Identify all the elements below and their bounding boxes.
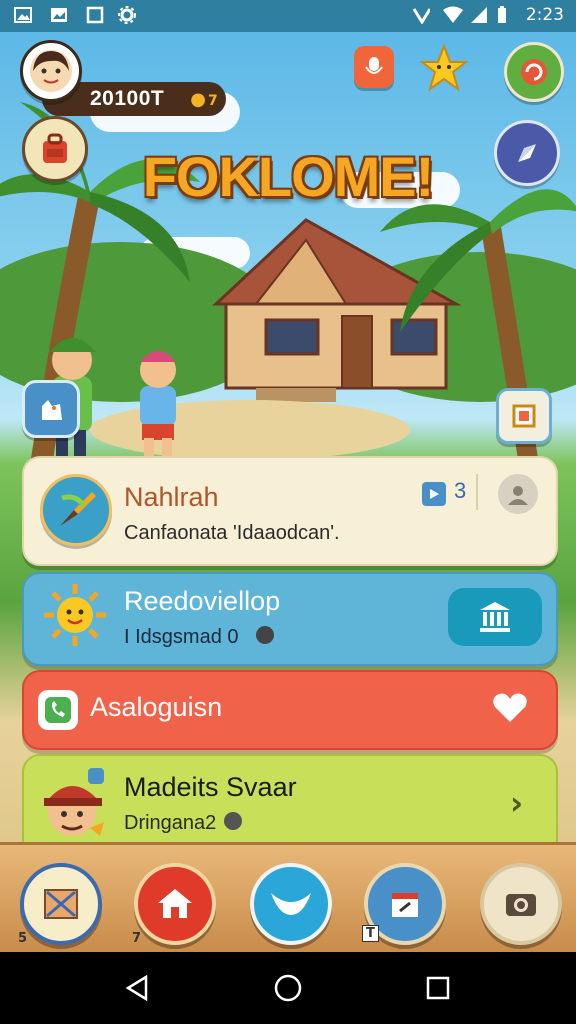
pirate-character-icon <box>38 766 108 846</box>
microphone-icon <box>365 57 383 74</box>
photo-icon <box>512 404 536 428</box>
quest-card-1[interactable]: Nahlrah Canfaonata 'Idaaodcan'. 3 <box>22 456 558 566</box>
signal-icon <box>470 6 488 24</box>
dog-icon <box>42 400 62 420</box>
recents-icon[interactable] <box>426 976 450 1004</box>
nav-tag-1: 5 <box>18 931 28 946</box>
home-icon <box>158 889 192 918</box>
photo-frame-button[interactable] <box>496 388 552 444</box>
home-circle-icon[interactable] <box>274 974 302 1006</box>
player-avatar[interactable] <box>20 40 82 102</box>
quest-card-3[interactable]: Asaloguisn <box>22 670 558 750</box>
game-scene: 20100T ● 7 FOKLOME! Nahlrah Canfaonata 'I… <box>0 32 576 952</box>
museum-icon <box>480 602 510 632</box>
quest-card-4-subtitle: Dringana2 <box>124 812 217 834</box>
quest-card-2-title: Reedoviellop <box>124 586 281 616</box>
info-icon <box>224 812 242 830</box>
refresh-button[interactable] <box>504 42 564 102</box>
paintbrush-icon <box>40 474 112 546</box>
quest-card-4-title: Madeits Svaar <box>124 772 297 802</box>
quest-card-1-title: Nahlrah <box>124 482 219 512</box>
star-button[interactable] <box>419 43 469 92</box>
system-nav-bar <box>0 952 576 1024</box>
phone-icon <box>38 690 78 730</box>
info-icon <box>256 626 274 644</box>
heart-icon[interactable] <box>490 688 530 728</box>
map-icon <box>44 889 78 919</box>
quest-card-1-count: 3 <box>454 478 467 503</box>
nav-tag-2: 7 <box>132 931 142 946</box>
divider <box>476 474 478 510</box>
microphone-button[interactable] <box>354 46 394 88</box>
battery-icon <box>496 6 508 24</box>
status-bar: 2:23 <box>0 0 576 32</box>
game-title: FOKLOME! <box>142 145 435 208</box>
picture-icon <box>50 6 68 24</box>
quest-card-2-subtitle: I Idsgsmad 0 <box>124 626 239 648</box>
play-video-icon[interactable] <box>422 482 446 506</box>
quest-card-2[interactable]: Reedoviellop I Idsgsmad 0 <box>22 572 558 666</box>
vpn-key-icon <box>412 6 430 24</box>
image-icon <box>14 6 32 24</box>
nav-home-button[interactable] <box>134 863 216 945</box>
nav-center-button[interactable] <box>250 863 332 945</box>
boy-character-blue <box>140 351 176 460</box>
square-icon <box>86 6 104 24</box>
refresh-icon <box>521 59 547 85</box>
quest-card-3-title: Asaloguisn <box>90 692 223 722</box>
sun-icon <box>42 582 108 648</box>
back-icon[interactable] <box>124 974 150 1006</box>
museum-button[interactable] <box>448 588 542 646</box>
dog-button[interactable] <box>22 380 80 438</box>
calendar-icon <box>392 893 418 917</box>
wifi-icon <box>442 6 464 24</box>
nav-map-button[interactable] <box>20 863 102 945</box>
clock-time: 2:23 <box>525 5 564 25</box>
coin-icon: ● 7 <box>190 88 218 110</box>
score-badge: 7 <box>207 92 218 109</box>
score-value: 20100T <box>90 87 165 110</box>
camera-icon <box>506 894 536 916</box>
quest-card-1-subtitle: Canfaonata 'Idaaodcan'. <box>124 522 340 544</box>
chevron-right-icon[interactable]: › <box>510 784 523 822</box>
bottom-nav-bar: 5 7 T <box>0 842 576 955</box>
profile-group-icon[interactable] <box>498 474 538 514</box>
nav-tag-4: T <box>362 925 379 942</box>
star-icon <box>419 43 469 92</box>
bird-icon <box>271 893 311 915</box>
gear-icon <box>118 6 136 24</box>
nav-camera-button[interactable] <box>480 863 562 945</box>
